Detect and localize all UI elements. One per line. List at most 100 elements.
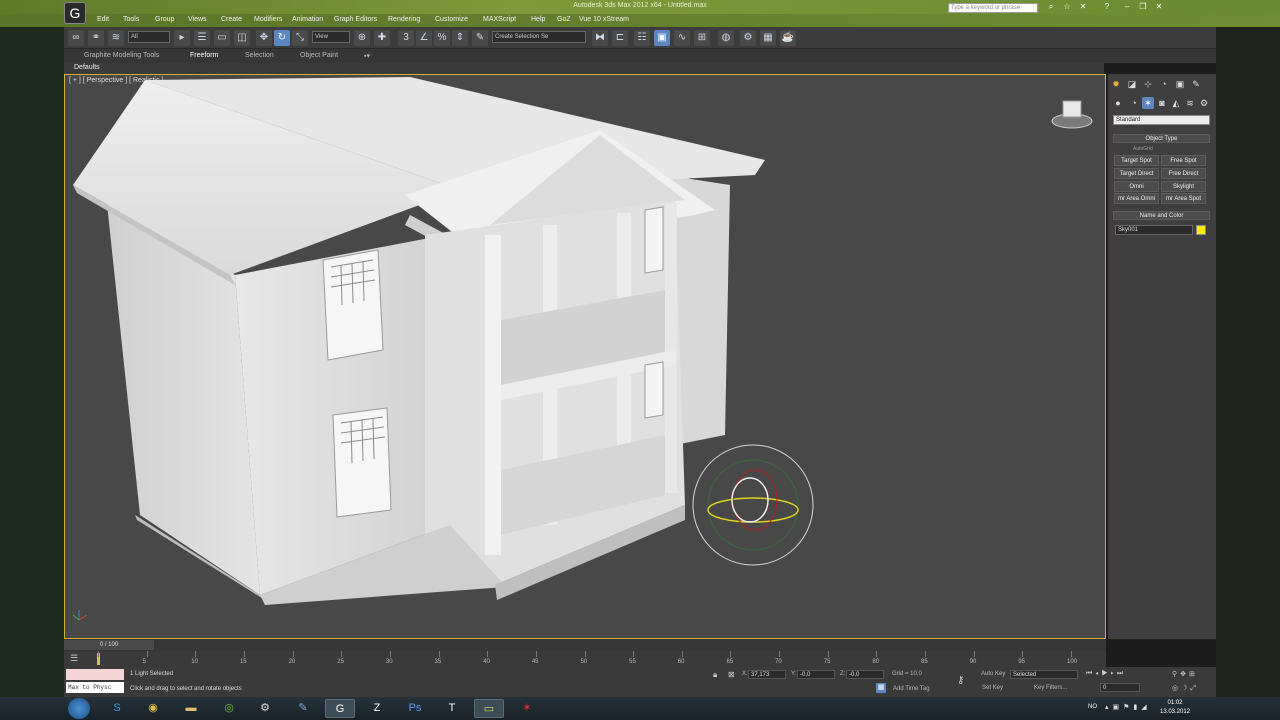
rotate-icon[interactable]: ↻	[274, 30, 290, 46]
key-icon[interactable]: ⚷	[957, 675, 964, 686]
link-icon[interactable]: ∞	[68, 30, 84, 46]
star-icon[interactable]: ☆	[1060, 2, 1074, 12]
menu-goz[interactable]: GoZ	[557, 16, 571, 23]
menu-animation[interactable]: Animation	[292, 16, 323, 23]
search-input[interactable]: Type a keyword or phrase	[948, 3, 1038, 13]
spotify-icon[interactable]: ◎	[214, 699, 244, 718]
spacewarps-icon[interactable]: ≋	[1184, 97, 1196, 109]
restore-icon[interactable]: ❐	[1136, 2, 1150, 12]
manipulate-icon[interactable]: ✚	[374, 30, 390, 46]
select-by-name-icon[interactable]: ☰	[194, 30, 210, 46]
3dsmax-taskbar-icon[interactable]: G	[325, 699, 355, 718]
menu-modifiers[interactable]: Modifiers	[254, 16, 282, 23]
auto-key-button[interactable]: Auto Key	[981, 671, 1005, 677]
shapes-icon[interactable]: ◔	[1128, 97, 1140, 109]
tab-object-paint[interactable]: Object Paint	[300, 52, 338, 59]
close-icon[interactable]: ✕	[1076, 2, 1090, 12]
tab-selection[interactable]: Selection	[245, 52, 274, 59]
motion-panel-icon[interactable]: ◔	[1158, 78, 1170, 90]
menu-graph-editors[interactable]: Graph Editors	[334, 16, 377, 23]
menu-help[interactable]: Help	[531, 16, 545, 23]
unlink-icon[interactable]: ⚭	[88, 30, 104, 46]
x-coordinate-field[interactable]: 37,173	[748, 670, 786, 679]
mirror-icon[interactable]: ⧓	[592, 30, 608, 46]
system-tray-icons[interactable]: ▴▣⚑▮◢	[1105, 703, 1151, 711]
app-logo[interactable]: G	[64, 2, 86, 24]
system-clock[interactable]: 01:02 13.03.2012	[1160, 699, 1190, 717]
object-name-field[interactable]: Sky001	[1115, 225, 1193, 235]
minimize-icon[interactable]: –	[1120, 2, 1134, 12]
mr-area-omni-button[interactable]: mr Area Omni	[1114, 193, 1159, 204]
y-coordinate-field[interactable]: -0,0	[797, 670, 835, 679]
reference-coord-select[interactable]: View	[312, 31, 350, 43]
spinner-snap-icon[interactable]: ⇕	[452, 30, 468, 46]
target-spot-button[interactable]: Target Spot	[1114, 155, 1159, 166]
rendered-frame-icon[interactable]: ▦	[760, 30, 776, 46]
skype-icon[interactable]: S	[102, 699, 132, 718]
object-color-swatch[interactable]	[1196, 225, 1206, 235]
pen-tool-icon[interactable]: ✎	[288, 699, 318, 718]
autogrid-checkbox[interactable]: AutoGrid	[1133, 146, 1153, 152]
start-button[interactable]	[68, 698, 90, 719]
maxscript-listener-output[interactable]	[66, 669, 124, 680]
skylight-button[interactable]: Skylight	[1161, 181, 1206, 192]
time-slider-thumb[interactable]: 0 / 100	[64, 640, 154, 650]
time-slider[interactable]: 0 / 100	[64, 639, 1106, 651]
display-panel-icon[interactable]: ▣	[1174, 78, 1186, 90]
graphite-toggle-icon[interactable]: ▣	[654, 30, 670, 46]
create-panel-icon[interactable]: ✹	[1110, 78, 1122, 90]
add-time-tag[interactable]: Add Time Tag	[893, 686, 930, 692]
named-selection-set-select[interactable]: Create Selection Se	[492, 31, 586, 43]
free-spot-button[interactable]: Free Spot	[1161, 155, 1206, 166]
schematic-view-icon[interactable]: ⊞	[694, 30, 710, 46]
bind-spacewarp-icon[interactable]: ≋	[108, 30, 124, 46]
set-key-button[interactable]: Set Key	[982, 685, 1003, 691]
systems-icon[interactable]: ⚙	[1198, 97, 1210, 109]
viewcube-icon[interactable]	[1051, 97, 1093, 129]
material-editor-icon[interactable]: ◍	[718, 30, 734, 46]
menu-customize[interactable]: Customize	[435, 16, 468, 23]
move-icon[interactable]: ✥	[256, 30, 272, 46]
tab-graphite-modeling-tools[interactable]: Graphite Modeling Tools	[84, 52, 159, 59]
key-mode-select[interactable]: Selected	[1010, 670, 1078, 679]
geometry-icon[interactable]: ●	[1112, 97, 1124, 109]
viewport-orbit-controls[interactable]: ◎☽⤢	[1172, 684, 1199, 693]
menu-views[interactable]: Views	[188, 16, 207, 23]
modify-panel-icon[interactable]: ◪	[1126, 78, 1138, 90]
align-icon[interactable]: ⊏	[612, 30, 628, 46]
mini-curve-editor-icon[interactable]: ☰	[70, 653, 78, 664]
menu-rendering[interactable]: Rendering	[388, 16, 420, 23]
layer-manager-icon[interactable]: ☷	[634, 30, 650, 46]
ribbon-options-icon[interactable]: ▪▾	[364, 52, 370, 60]
target-direct-button[interactable]: Target Direct	[1114, 168, 1159, 179]
search-icon[interactable]: ⌕	[1044, 2, 1058, 12]
maxscript-listener-input[interactable]: Max to Physc	[66, 682, 124, 693]
helpers-icon[interactable]: ◭	[1170, 97, 1182, 109]
perspective-viewport[interactable]: [ + ] [ Perspective ] [ Realistic ]	[64, 74, 1106, 639]
select-object-icon[interactable]: ▸	[174, 30, 190, 46]
lock-icon[interactable]: 🔒︎	[713, 670, 717, 680]
language-indicator[interactable]: NO	[1088, 704, 1097, 710]
pivot-center-icon[interactable]: ⊕	[354, 30, 370, 46]
name-color-rollout[interactable]: Name and Color	[1113, 211, 1210, 220]
explorer-icon[interactable]: ▬	[176, 699, 206, 718]
selection-region-icon[interactable]: ▭	[214, 30, 230, 46]
scale-icon[interactable]: ⤡	[292, 30, 308, 46]
edit-named-selection-icon[interactable]: ✎	[472, 30, 488, 46]
photoshop-icon[interactable]: Ps	[400, 699, 430, 718]
snaps-toggle-icon[interactable]: 3	[398, 30, 414, 46]
menu-create[interactable]: Create	[221, 16, 242, 23]
tab-freeform[interactable]: Freeform	[190, 52, 218, 59]
help-icon[interactable]: ?	[1100, 2, 1114, 12]
lights-icon[interactable]: ✶	[1142, 97, 1154, 109]
steam-icon[interactable]: ⚙	[250, 699, 280, 718]
angle-snap-icon[interactable]: ∠	[416, 30, 432, 46]
percent-snap-icon[interactable]: %	[434, 30, 450, 46]
free-direct-button[interactable]: Free Direct	[1161, 168, 1206, 179]
render-setup-icon[interactable]: ⚙	[740, 30, 756, 46]
t-app-icon[interactable]: T	[437, 699, 467, 718]
window-crossing-icon[interactable]: ◫	[234, 30, 250, 46]
playback-controls[interactable]: ⏮◂▶▸⏭	[1086, 670, 1126, 678]
zbrush-icon[interactable]: Z	[362, 699, 392, 718]
menu-maxscript[interactable]: MAXScript	[483, 16, 516, 23]
